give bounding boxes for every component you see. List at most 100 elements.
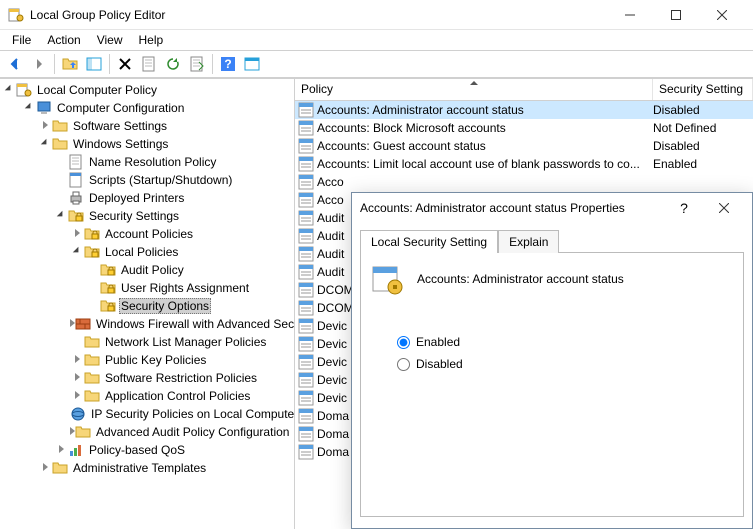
menubar: File Action View Help [0, 30, 753, 50]
tree-item[interactable]: Software Settings [0, 117, 294, 135]
lockfolder-icon [100, 298, 116, 314]
tree-item[interactable]: User Rights Assignment [0, 279, 294, 297]
dialog-close-button[interactable] [704, 194, 744, 222]
close-button[interactable] [699, 0, 745, 30]
tree-item[interactable]: Audit Policy [0, 261, 294, 279]
folder-icon [52, 460, 68, 476]
ipsec-icon [70, 406, 86, 422]
policy-item-icon [298, 102, 314, 118]
dialog-title: Accounts: Administrator account status P… [360, 201, 664, 215]
policy-item-icon [298, 336, 314, 352]
policy-item-icon [298, 390, 314, 406]
toolbar-separator [109, 54, 110, 74]
list-row[interactable]: Acco [295, 173, 753, 191]
show-hide-tree-button[interactable] [83, 53, 105, 75]
lockfolder-icon [100, 262, 116, 278]
tree-item[interactable]: Application Control Policies [0, 387, 294, 405]
lockfolder-icon [68, 208, 84, 224]
toolbar: ? [0, 50, 753, 78]
help-button[interactable]: ? [217, 53, 239, 75]
page-icon [68, 154, 84, 170]
folder-icon [84, 370, 100, 386]
radio-disabled-row[interactable]: Disabled [397, 357, 733, 371]
radio-enabled-row[interactable]: Enabled [397, 335, 733, 349]
policy-item-icon [298, 318, 314, 334]
folder-icon [75, 424, 91, 440]
policy-item-icon [298, 408, 314, 424]
policy-item-icon [298, 120, 314, 136]
delete-button[interactable] [114, 53, 136, 75]
tab-local-security-setting[interactable]: Local Security Setting [360, 230, 498, 253]
tree-item[interactable]: IP Security Policies on Local Computer [0, 405, 294, 423]
menu-action[interactable]: Action [39, 31, 88, 49]
tree-item[interactable]: Policy-based QoS [0, 441, 294, 459]
list-row[interactable]: Accounts: Administrator account statusDi… [295, 101, 753, 119]
tree-item[interactable]: Deployed Printers [0, 189, 294, 207]
tree-root[interactable]: Local Computer Policy [0, 81, 294, 99]
properties-button[interactable] [138, 53, 160, 75]
list-row[interactable]: Accounts: Block Microsoft accountsNot De… [295, 119, 753, 137]
folder-icon [52, 136, 68, 152]
policy-item-icon [298, 264, 314, 280]
lockfolder-icon [84, 244, 100, 260]
folder-icon [84, 334, 100, 350]
policy-item-icon [298, 426, 314, 442]
policy-item-icon [298, 372, 314, 388]
menu-file[interactable]: File [4, 31, 39, 49]
policy-icon [371, 263, 403, 295]
tree-item[interactable]: Security Settings [0, 207, 294, 225]
qos-icon [68, 442, 84, 458]
tree-item[interactable]: Network List Manager Policies [0, 333, 294, 351]
policy-item-icon [298, 156, 314, 172]
list-row[interactable]: Accounts: Guest account statusDisabled [295, 137, 753, 155]
policy-item-icon [298, 354, 314, 370]
menu-view[interactable]: View [89, 31, 131, 49]
properties-dialog: Accounts: Administrator account status P… [351, 192, 753, 529]
tree-item[interactable]: Local Policies [0, 243, 294, 261]
policy-item-icon [298, 444, 314, 460]
tree-item[interactable]: Advanced Audit Policy Configuration [0, 423, 294, 441]
filter-button[interactable] [241, 53, 263, 75]
tree-item[interactable]: Public Key Policies [0, 351, 294, 369]
printer-icon [68, 190, 84, 206]
radio-enabled[interactable] [397, 336, 410, 349]
tree-item[interactable]: Windows Settings [0, 135, 294, 153]
tree-item[interactable]: Windows Firewall with Advanced Security [0, 315, 294, 333]
forward-button[interactable] [28, 53, 50, 75]
radio-disabled-label: Disabled [416, 357, 463, 371]
tree-item[interactable]: Name Resolution Policy [0, 153, 294, 171]
tree-item[interactable]: Scripts (Startup/Shutdown) [0, 171, 294, 189]
tree-item[interactable]: Software Restriction Policies [0, 369, 294, 387]
app-icon [8, 7, 24, 23]
window-title: Local Group Policy Editor [30, 8, 607, 22]
menu-help[interactable]: Help [131, 31, 172, 49]
refresh-button[interactable] [162, 53, 184, 75]
tree-item[interactable]: Administrative Templates [0, 459, 294, 477]
tree-item[interactable]: Security Options [0, 297, 294, 315]
lockfolder-icon [100, 280, 116, 296]
policy-item-icon [298, 246, 314, 262]
tree-item[interactable]: Account Policies [0, 225, 294, 243]
column-policy[interactable]: Policy [295, 79, 653, 100]
minimize-button[interactable] [607, 0, 653, 30]
computer-icon [36, 100, 52, 116]
list-row[interactable]: Accounts: Limit local account use of bla… [295, 155, 753, 173]
tree-pane[interactable]: Local Computer PolicyComputer Configurat… [0, 79, 295, 529]
column-security-setting[interactable]: Security Setting [653, 79, 753, 100]
maximize-button[interactable] [653, 0, 699, 30]
up-button[interactable] [59, 53, 81, 75]
tree-item[interactable]: Computer Configuration [0, 99, 294, 117]
policy-item-icon [298, 210, 314, 226]
policy-item-icon [298, 300, 314, 316]
column-policy-label: Policy [301, 82, 333, 96]
radio-disabled[interactable] [397, 358, 410, 371]
list-header: Policy Security Setting [295, 79, 753, 101]
export-button[interactable] [186, 53, 208, 75]
folder-icon [84, 388, 100, 404]
toolbar-separator [212, 54, 213, 74]
back-button[interactable] [4, 53, 26, 75]
dialog-help-button[interactable]: ? [664, 194, 704, 222]
window-titlebar: Local Group Policy Editor [0, 0, 753, 30]
policy-item-icon [298, 174, 314, 190]
tab-explain[interactable]: Explain [498, 230, 559, 253]
